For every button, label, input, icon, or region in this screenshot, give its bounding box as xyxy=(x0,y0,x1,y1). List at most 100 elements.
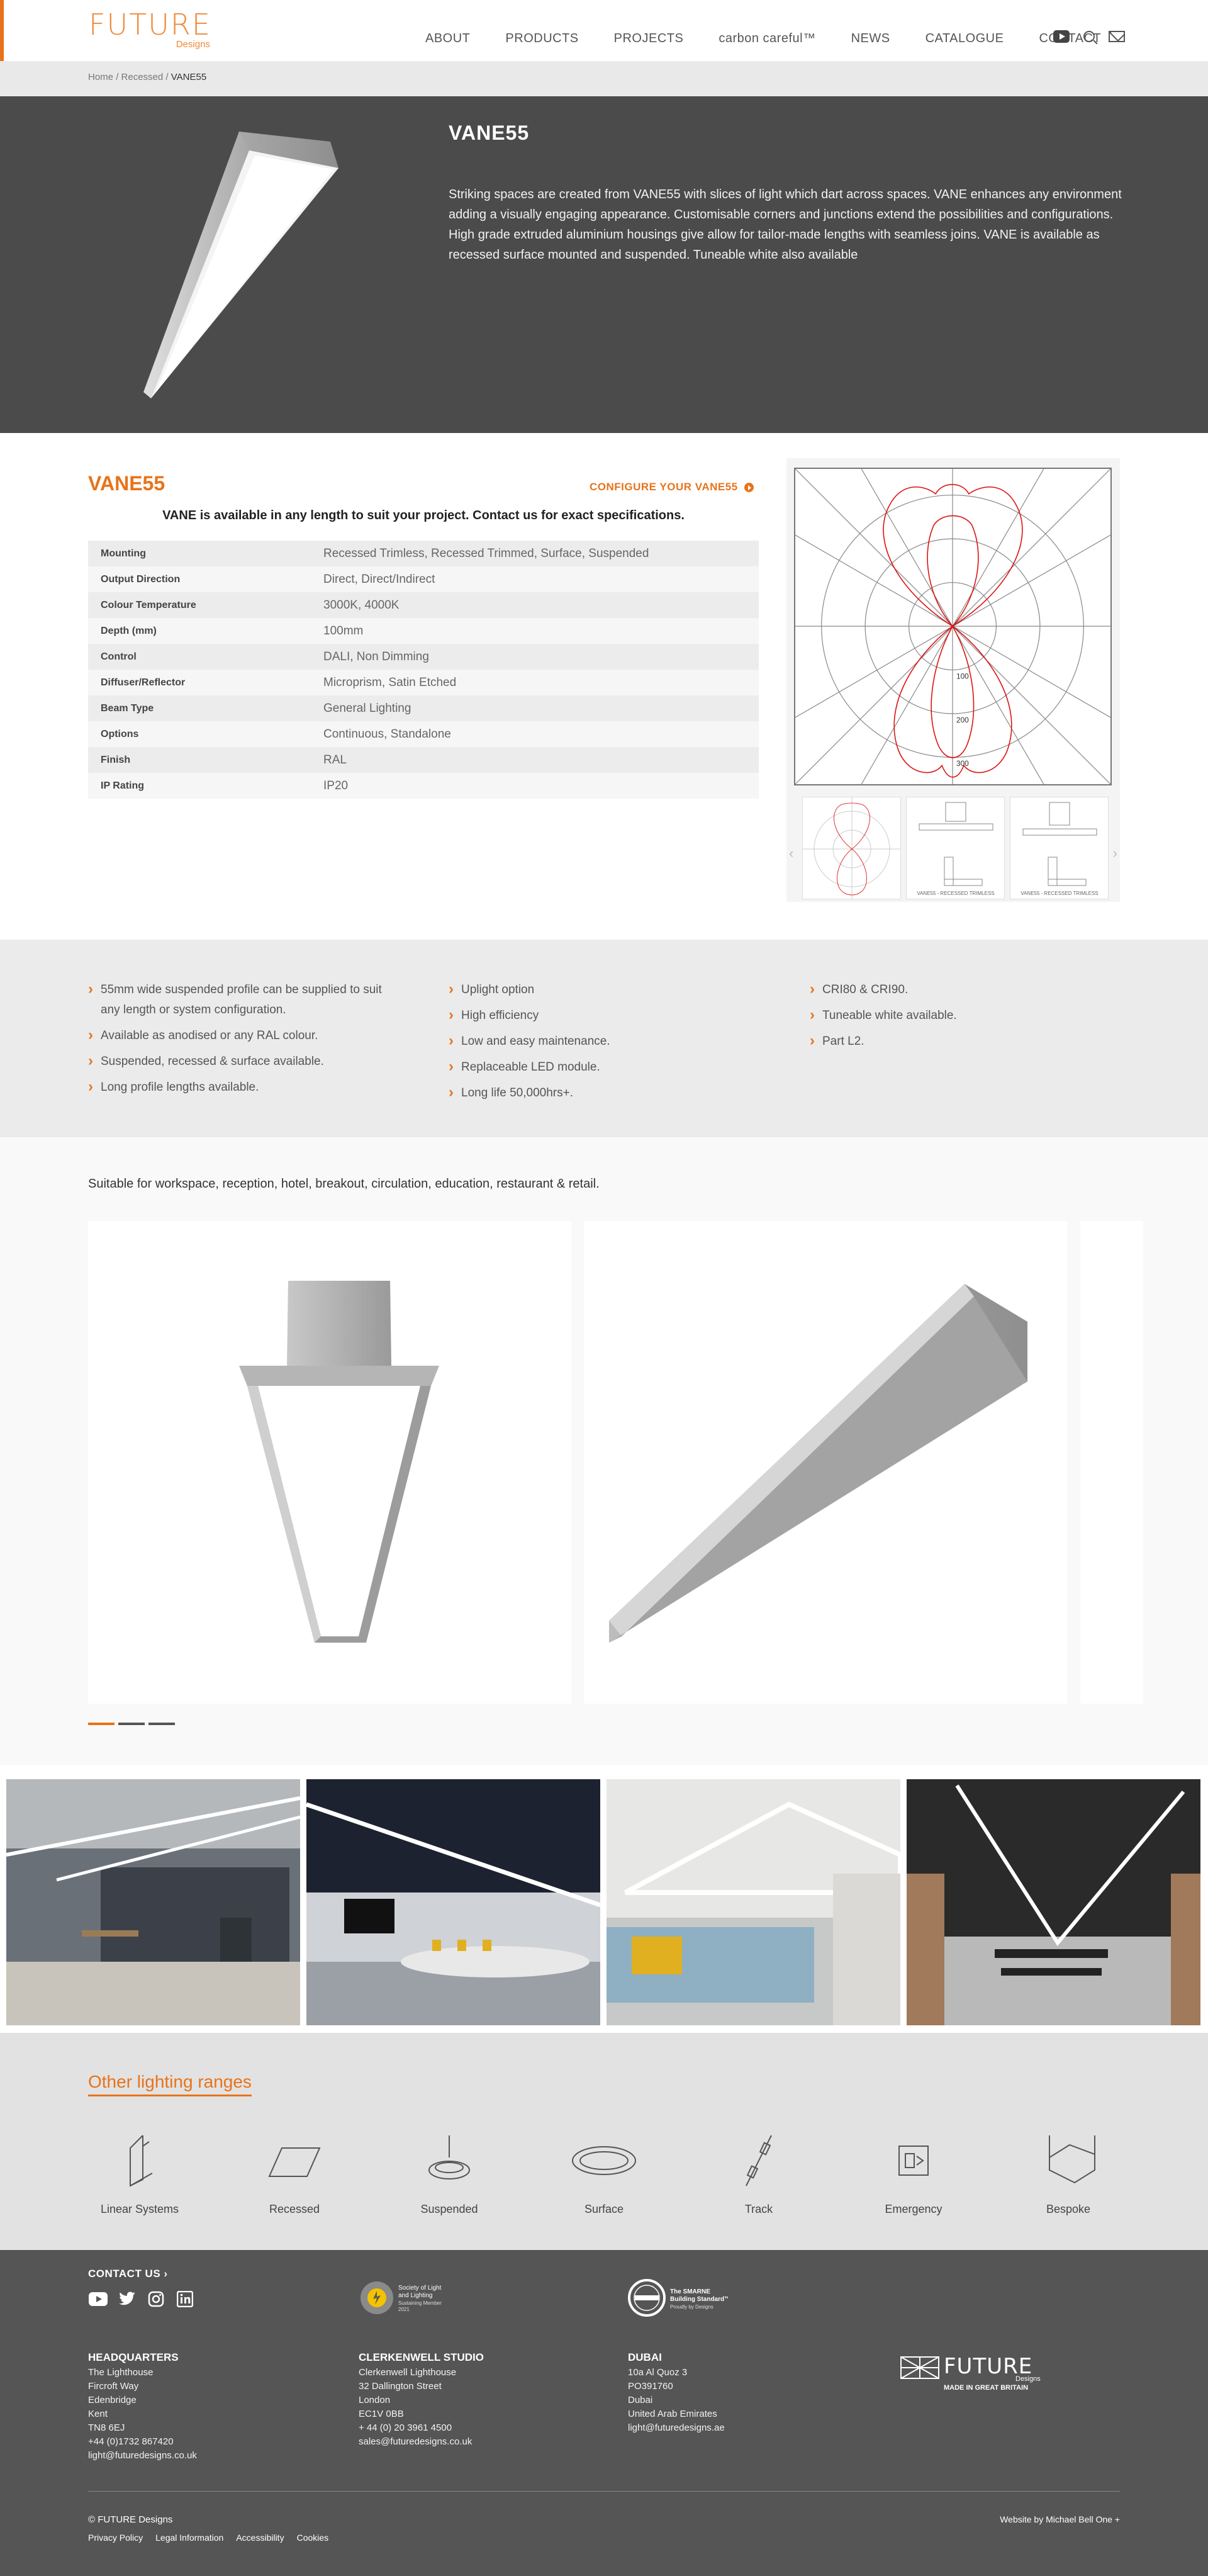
thumbnail-strip: VANE55 - RECESSED TRIMLESS VANE55 - RECE… xyxy=(802,797,1109,899)
spec-value: IP20 xyxy=(323,779,349,792)
spec-key: Depth (mm) xyxy=(101,625,157,636)
range-recessed[interactable]: Recessed xyxy=(232,2132,357,2216)
gallery-image[interactable] xyxy=(607,1779,900,2025)
copyright: © FUTURE Designs xyxy=(88,2514,173,2525)
spec-row: IP Rating IP20 xyxy=(88,773,759,799)
instagram-icon[interactable] xyxy=(146,2290,166,2309)
spec-note: VANE is available in any length to suit … xyxy=(162,509,685,522)
nav-news[interactable]: NEWS xyxy=(851,31,890,46)
emergency-icon xyxy=(898,2146,929,2176)
chevron-right-icon[interactable]: › xyxy=(1113,845,1117,862)
email-link[interactable]: light@futuredesigns.ae xyxy=(628,2421,725,2435)
range-linear-systems[interactable]: Linear Systems xyxy=(77,2132,203,2216)
spec-value: 100mm xyxy=(323,624,364,638)
nav-catalogue[interactable]: CATALOGUE xyxy=(926,31,1004,46)
carousel-dot[interactable] xyxy=(118,1723,145,1725)
linkedin-icon[interactable] xyxy=(175,2290,195,2309)
nav-about[interactable]: ABOUT xyxy=(425,31,470,46)
nav-carbon-careful[interactable]: carbon careful™ xyxy=(719,31,815,46)
carousel-slide[interactable] xyxy=(584,1221,1067,1704)
mail-icon[interactable] xyxy=(1109,31,1125,42)
spec-value: 3000K, 4000K xyxy=(323,598,400,612)
product-carousel-section: Suitable for workspace, reception, hotel… xyxy=(0,1137,1208,1765)
footer-hq: HEADQUARTERS The Lighthouse Fircroft Way… xyxy=(88,2351,197,2463)
spec-table: Mounting Recessed Trimless, Recessed Trim… xyxy=(88,541,759,799)
feature-item: CRI80 & CRI90. xyxy=(810,979,1124,1000)
recessed-icon xyxy=(268,2147,321,2177)
address-line: The Lighthouse xyxy=(88,2367,154,2378)
site-credit[interactable]: Website by Michael Bell One + xyxy=(1000,2514,1120,2524)
gallery-image[interactable] xyxy=(907,1779,1200,2025)
spec-value: Continuous, Standalone xyxy=(323,727,451,741)
carousel-slide-partial[interactable] xyxy=(1080,1221,1143,1704)
thumbnail-drawing[interactable]: VANE55 - RECESSED TRIMLESS xyxy=(906,797,1005,899)
features-column-3: CRI80 & CRI90. Tuneable white available.… xyxy=(810,979,1124,1057)
carousel-dot[interactable] xyxy=(148,1723,175,1725)
arrow-circle-icon xyxy=(744,482,754,492)
carousel-slide[interactable] xyxy=(88,1221,571,1704)
footer-heading: HEADQUARTERS xyxy=(88,2351,179,2363)
contact-us-link[interactable]: CONTACT US › xyxy=(88,2268,168,2280)
search-icon[interactable] xyxy=(1083,31,1095,42)
range-surface[interactable]: Surface xyxy=(541,2132,667,2216)
ranges-title: Other lighting ranges xyxy=(88,2072,252,2096)
spec-row: Finish RAL xyxy=(88,747,759,773)
accessibility-link[interactable]: Accessibility xyxy=(236,2533,284,2543)
nav-projects[interactable]: PROJECTS xyxy=(614,31,684,46)
polar-diagram[interactable]: 100 200 300 xyxy=(794,468,1112,785)
badge-text: and Lighting xyxy=(398,2292,433,2299)
thumbnail-polar[interactable] xyxy=(802,797,901,899)
address-line: EC1V 0BB xyxy=(359,2409,404,2419)
hero-section: VANE55 Striking spaces are created from … xyxy=(0,96,1208,433)
footer-logo[interactable]: FUTURE Designs MADE IN GREAT BRITAIN xyxy=(900,2351,1044,2395)
phone-link[interactable]: + 44 (0) 20 3961 4500 xyxy=(359,2421,484,2435)
address-line: 32 Dallington Street xyxy=(359,2381,442,2392)
spec-key: Control xyxy=(101,651,137,662)
range-label: Surface xyxy=(584,2203,624,2215)
suitable-text: Suitable for workspace, reception, hotel… xyxy=(88,1177,600,1191)
cookies-link[interactable]: Cookies xyxy=(297,2533,329,2543)
badge-text: 2021 xyxy=(398,2307,410,2312)
breadcrumb-recessed[interactable]: Recessed xyxy=(121,72,164,82)
youtube-icon[interactable] xyxy=(1053,30,1070,43)
spec-value: RAL xyxy=(323,753,347,767)
feature-item: 55mm wide suspended profile can be suppl… xyxy=(88,979,403,1020)
spec-key: Output Direction xyxy=(101,573,181,585)
spec-value: Microprism, Satin Etched xyxy=(323,675,457,689)
breadcrumb-current: VANE55 xyxy=(171,72,207,82)
configure-button[interactable]: CONFIGURE YOUR VANE55 xyxy=(590,481,754,493)
footer-heading: CLERKENWELL STUDIO xyxy=(359,2351,484,2363)
privacy-policy-link[interactable]: Privacy Policy xyxy=(88,2533,143,2543)
site-footer: CONTACT US › Society of Light and Lighti… xyxy=(0,2250,1208,2576)
breadcrumb-home[interactable]: Home xyxy=(88,72,113,82)
gallery-image[interactable] xyxy=(306,1779,600,2025)
range-emergency[interactable]: Emergency xyxy=(851,2132,976,2216)
breadcrumb-sep: / xyxy=(165,72,169,82)
range-track[interactable]: Track xyxy=(696,2132,822,2216)
chevron-left-icon[interactable]: ‹ xyxy=(789,845,793,862)
site-logo[interactable]: FUTURE Designs xyxy=(89,10,211,50)
range-bespoke[interactable]: Bespoke xyxy=(1005,2132,1131,2216)
twitter-icon[interactable] xyxy=(117,2290,137,2309)
features-section: 55mm wide suspended profile can be suppl… xyxy=(0,940,1208,1137)
thumbnail-drawing[interactable]: VANE55 - RECESSED TRIMLESS xyxy=(1010,797,1109,899)
email-link[interactable]: light@futuredesigns.co.uk xyxy=(88,2449,197,2463)
carousel-indicators xyxy=(88,1723,175,1725)
email-link[interactable]: sales@futuredesigns.co.uk xyxy=(359,2435,484,2449)
spec-row: Output Direction Direct, Direct/Indirect xyxy=(88,566,759,592)
youtube-icon[interactable] xyxy=(88,2290,108,2309)
contact-us-label: CONTACT US xyxy=(88,2268,161,2280)
phone-link[interactable]: +44 (0)1732 867420 xyxy=(88,2435,197,2449)
address-line: London xyxy=(359,2395,391,2405)
legal-information-link[interactable]: Legal Information xyxy=(155,2533,223,2543)
carousel-dot-active[interactable] xyxy=(88,1723,115,1725)
gallery-image[interactable] xyxy=(6,1779,300,2025)
range-suspended[interactable]: Suspended xyxy=(386,2132,512,2216)
range-label: Suspended xyxy=(420,2203,478,2215)
main-nav: ABOUT PRODUCTS PROJECTS carbon careful™ … xyxy=(425,31,1136,46)
feature-item: High efficiency xyxy=(449,1005,763,1026)
badge-text: Society of Light xyxy=(398,2285,442,2292)
logo-sub: Designs xyxy=(176,39,210,50)
badge-text: Building Standard™ xyxy=(670,2296,728,2303)
nav-products[interactable]: PRODUCTS xyxy=(505,31,578,46)
